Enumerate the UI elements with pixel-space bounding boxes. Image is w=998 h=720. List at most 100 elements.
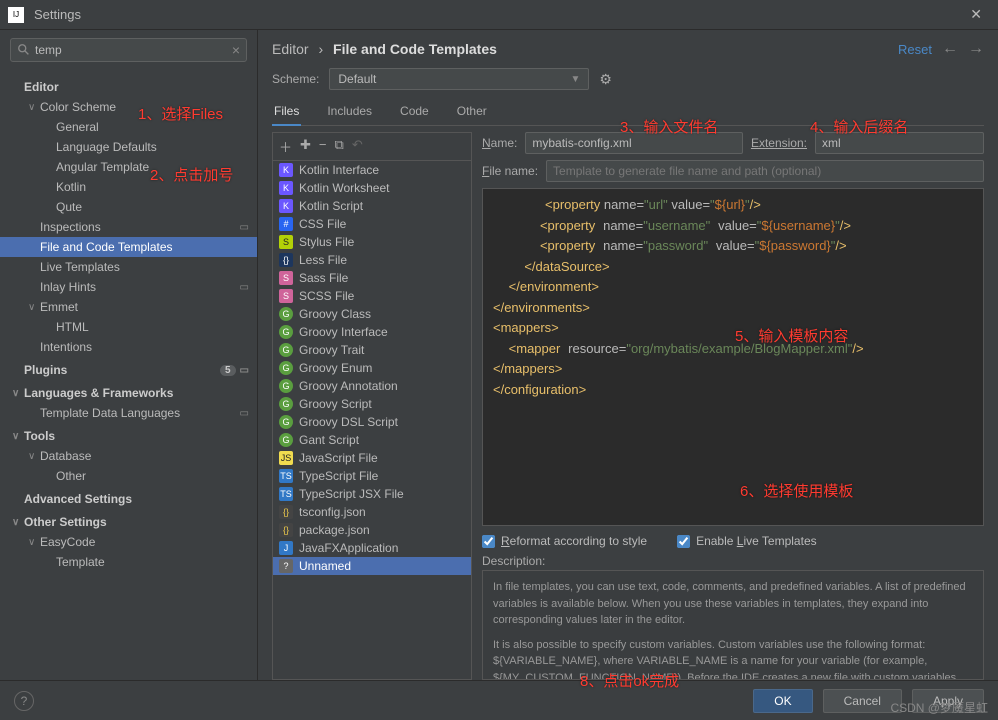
template-list-item[interactable]: GGroovy Class	[273, 305, 471, 323]
file-type-icon: S	[279, 289, 293, 303]
template-code-editor[interactable]: <property name="url" value="${url}"/> <p…	[482, 188, 984, 526]
template-list-item[interactable]: ?Unnamed	[273, 557, 471, 575]
template-list-item[interactable]: GGroovy Trait	[273, 341, 471, 359]
sidebar-item[interactable]: Editor	[0, 74, 257, 97]
search-input[interactable]	[35, 43, 232, 57]
sidebar-item[interactable]: File and Code Templates	[0, 237, 257, 257]
file-type-icon: S	[279, 271, 293, 285]
file-type-icon: ?	[279, 559, 293, 573]
template-list-item[interactable]: SStylus File	[273, 233, 471, 251]
template-list-item[interactable]: {}Less File	[273, 251, 471, 269]
template-list-item[interactable]: KKotlin Interface	[273, 161, 471, 179]
copy-icon[interactable]: ⧉	[335, 137, 344, 156]
sidebar-item[interactable]: Template	[0, 552, 257, 572]
template-tabs: Files Includes Code Other	[272, 100, 984, 126]
app-logo: IJ	[8, 7, 24, 23]
sidebar-item[interactable]: Kotlin	[0, 177, 257, 197]
file-type-icon: G	[279, 307, 293, 321]
file-type-icon: TS	[279, 469, 293, 483]
template-list-item[interactable]: TSTypeScript File	[273, 467, 471, 485]
forward-icon[interactable]: →	[968, 40, 984, 58]
sidebar-item[interactable]: ∨Other Settings	[0, 509, 257, 532]
template-list-item[interactable]: {}tsconfig.json	[273, 503, 471, 521]
sidebar-item[interactable]: Advanced Settings	[0, 486, 257, 509]
file-type-icon: K	[279, 181, 293, 195]
extension-label: Extension:	[751, 136, 807, 150]
chevron-down-icon: ▼	[570, 74, 580, 85]
sidebar-item[interactable]: ∨Emmet	[0, 297, 257, 317]
file-type-icon: G	[279, 325, 293, 339]
tab-files[interactable]: Files	[272, 100, 301, 126]
undo-icon[interactable]: ↶	[352, 137, 363, 156]
template-list-item[interactable]: SSass File	[273, 269, 471, 287]
sidebar-item[interactable]: Inspections▭	[0, 217, 257, 237]
filename-input[interactable]	[546, 160, 984, 182]
template-list-item[interactable]: GGroovy Enum	[273, 359, 471, 377]
file-type-icon: #	[279, 217, 293, 231]
sidebar-item[interactable]: Template Data Languages▭	[0, 403, 257, 423]
template-list-item[interactable]: GGroovy Script	[273, 395, 471, 413]
clear-search-icon[interactable]: ×	[232, 42, 240, 58]
template-file-list[interactable]: KKotlin InterfaceKKotlin WorksheetKKotli…	[273, 161, 471, 679]
file-type-icon: TS	[279, 487, 293, 501]
template-list-item[interactable]: TSTypeScript JSX File	[273, 485, 471, 503]
file-type-icon: {}	[279, 253, 293, 267]
sidebar-item[interactable]: ∨Color Scheme	[0, 97, 257, 117]
gear-icon[interactable]: ⚙	[599, 71, 612, 88]
template-list-item[interactable]: GGroovy Interface	[273, 323, 471, 341]
tab-includes[interactable]: Includes	[325, 100, 374, 125]
file-type-icon: G	[279, 343, 293, 357]
reset-link[interactable]: Reset	[898, 42, 932, 57]
help-icon[interactable]: ?	[14, 691, 34, 711]
description-text: In file templates, you can use text, cod…	[482, 570, 984, 680]
file-type-icon: JS	[279, 451, 293, 465]
add-from-icon[interactable]: ✚	[300, 137, 311, 156]
template-list-item[interactable]: GGant Script	[273, 431, 471, 449]
name-input[interactable]	[525, 132, 743, 154]
file-type-icon: G	[279, 433, 293, 447]
sidebar-item[interactable]: Inlay Hints▭	[0, 277, 257, 297]
sidebar-item[interactable]: ∨EasyCode	[0, 532, 257, 552]
template-list-item[interactable]: KKotlin Worksheet	[273, 179, 471, 197]
template-list-item[interactable]: JJavaFXApplication	[273, 539, 471, 557]
file-type-icon: S	[279, 235, 293, 249]
add-icon[interactable]: ＋	[279, 137, 292, 156]
back-icon[interactable]: ←	[942, 40, 958, 58]
reformat-checkbox[interactable]: Reformat according to style	[482, 534, 647, 548]
sidebar-item[interactable]: General	[0, 117, 257, 137]
sidebar-item[interactable]: Live Templates	[0, 257, 257, 277]
file-type-icon: K	[279, 163, 293, 177]
tab-code[interactable]: Code	[398, 100, 431, 125]
scheme-select[interactable]: Default ▼	[329, 68, 589, 90]
sidebar-item[interactable]: Other	[0, 466, 257, 486]
sidebar-item[interactable]: Qute	[0, 197, 257, 217]
template-list-item[interactable]: #CSS File	[273, 215, 471, 233]
enable-live-templates-checkbox[interactable]: Enable Live Templates	[677, 534, 817, 548]
close-icon[interactable]: ✕	[962, 6, 990, 23]
name-label: Name:	[482, 136, 517, 150]
sidebar-item[interactable]: ∨Tools	[0, 423, 257, 446]
template-list-item[interactable]: {}package.json	[273, 521, 471, 539]
file-type-icon: G	[279, 379, 293, 393]
template-list-item[interactable]: GGroovy Annotation	[273, 377, 471, 395]
template-list-item[interactable]: SSCSS File	[273, 287, 471, 305]
sidebar-item[interactable]: Intentions	[0, 337, 257, 357]
sidebar-item[interactable]: ∨Languages & Frameworks	[0, 380, 257, 403]
sidebar-item[interactable]: Language Defaults	[0, 137, 257, 157]
breadcrumb: Editor › File and Code Templates	[272, 41, 497, 57]
remove-icon[interactable]: −	[319, 137, 327, 156]
sidebar-item[interactable]: ∨Database	[0, 446, 257, 466]
search-box[interactable]: ×	[10, 38, 247, 62]
watermark: CSDN @梦魇星虹	[890, 699, 988, 716]
sidebar-item[interactable]: Angular Template	[0, 157, 257, 177]
file-type-icon: G	[279, 415, 293, 429]
extension-input[interactable]	[815, 132, 984, 154]
settings-tree[interactable]: Editor∨Color SchemeGeneralLanguage Defau…	[0, 70, 257, 680]
sidebar-item[interactable]: HTML	[0, 317, 257, 337]
ok-button[interactable]: OK	[753, 689, 812, 713]
template-list-item[interactable]: JSJavaScript File	[273, 449, 471, 467]
tab-other[interactable]: Other	[455, 100, 489, 125]
template-list-item[interactable]: GGroovy DSL Script	[273, 413, 471, 431]
sidebar-item[interactable]: Plugins5▭	[0, 357, 257, 380]
template-list-item[interactable]: KKotlin Script	[273, 197, 471, 215]
